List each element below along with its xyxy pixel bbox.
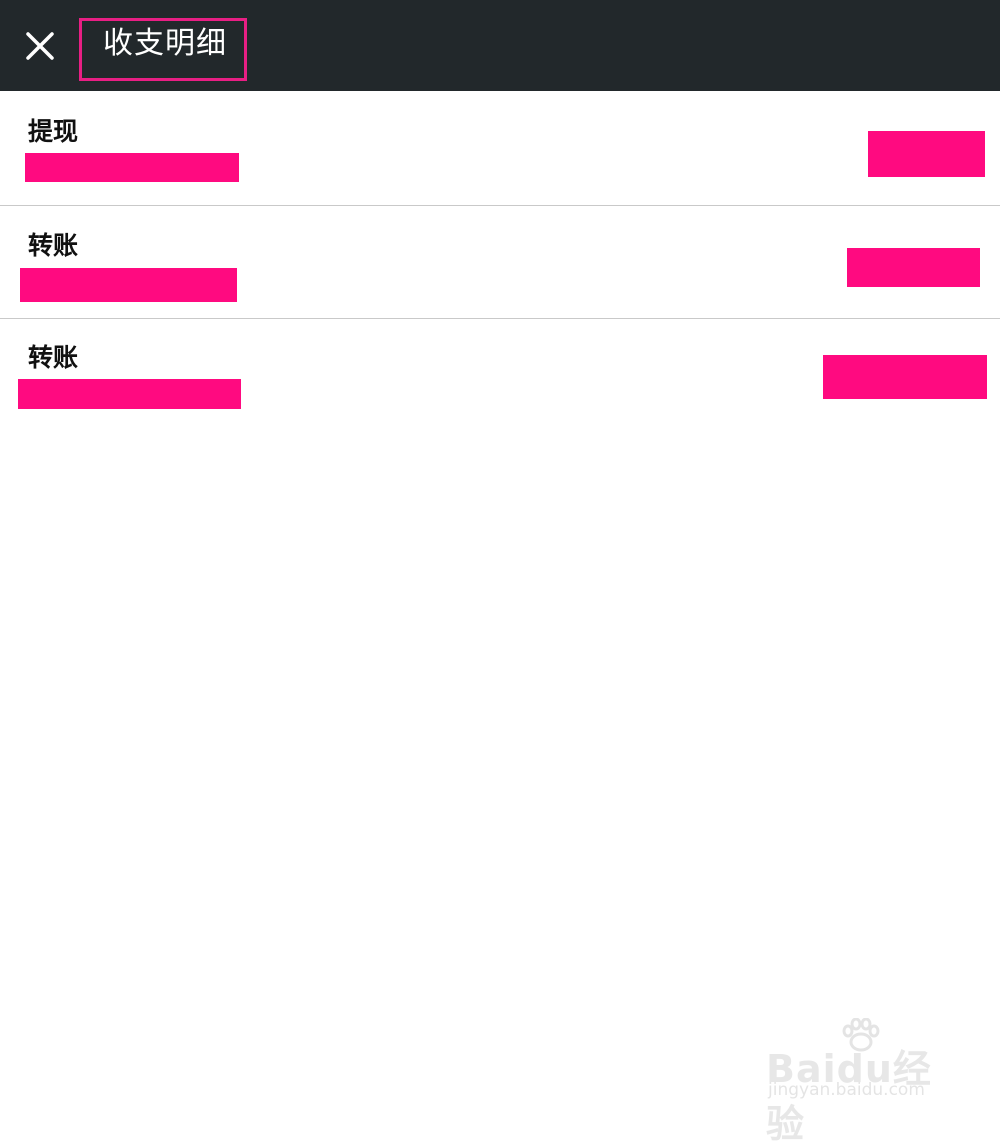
transaction-type-label: 转账 xyxy=(28,343,79,372)
redacted-amount xyxy=(868,131,985,177)
baidu-jingyan-watermark: Baidu经验 jingyan.baidu.com xyxy=(766,1018,948,1146)
transaction-row[interactable]: 转账 xyxy=(0,206,1000,318)
watermark-url: jingyan.baidu.com xyxy=(768,1080,925,1100)
redacted-amount xyxy=(847,248,980,287)
redacted-detail xyxy=(18,379,241,409)
transaction-type-label: 提现 xyxy=(28,117,79,146)
transaction-row[interactable]: 转账 xyxy=(0,319,1000,429)
transaction-type-label: 转账 xyxy=(28,231,79,260)
page-title: 收支明细 xyxy=(103,26,227,61)
close-icon xyxy=(18,24,62,68)
redacted-detail xyxy=(20,268,237,302)
close-button[interactable] xyxy=(18,24,62,68)
top-bar: 收支明细 xyxy=(0,0,1000,91)
transaction-row[interactable]: 提现 xyxy=(0,91,1000,205)
redacted-amount xyxy=(823,355,987,399)
redacted-detail xyxy=(25,153,239,182)
